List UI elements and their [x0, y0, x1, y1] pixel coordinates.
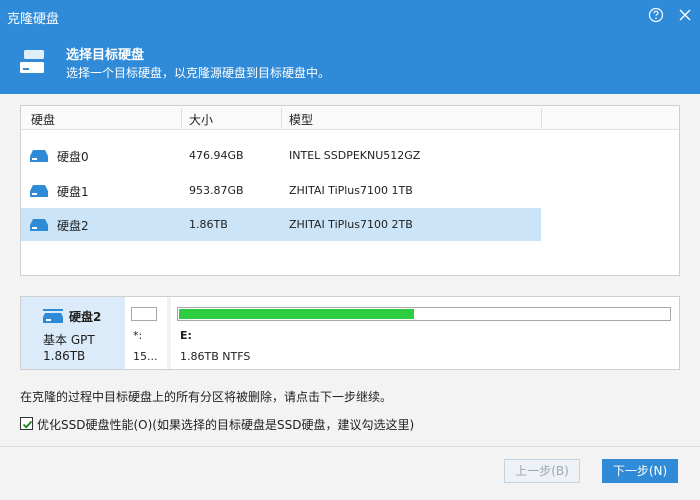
disk-size: 953.87GB: [189, 184, 244, 197]
partition-usage-bar: [177, 307, 671, 321]
disk-name: 硬盘1: [57, 185, 89, 199]
column-model[interactable]: 模型: [289, 111, 313, 128]
partition-usage-fill: [179, 309, 414, 319]
delete-warning: 在克隆的过程中目标硬盘上的所有分区将被删除，请点击下一步继续。: [20, 390, 393, 404]
partition-letter: E:: [180, 329, 192, 342]
help-icon[interactable]: [648, 7, 664, 23]
close-icon[interactable]: [677, 7, 693, 23]
step-subtitle: 选择一个目标硬盘，以克隆源硬盘到目标硬盘中。: [66, 66, 331, 80]
disk-row-1[interactable]: 硬盘1 953.87GB ZHITAI TiPlus7100 1TB: [21, 174, 541, 207]
optimize-ssd-label[interactable]: 优化SSD硬盘性能(O)(如果选择的目标硬盘是SSD硬盘，建议勾选这里): [37, 416, 414, 433]
column-disk[interactable]: 硬盘: [31, 111, 55, 128]
disk-summary-name: 硬盘2: [69, 310, 102, 324]
partition-unlettered[interactable]: *: 15...: [131, 305, 161, 365]
disk-model: ZHITAI TiPlus7100 1TB: [289, 184, 413, 197]
disk-list-header: 硬盘 大小 模型: [21, 106, 679, 130]
step-header: 选择目标硬盘 选择一个目标硬盘，以克隆源硬盘到目标硬盘中。: [0, 32, 700, 94]
disk-size: 1.86TB: [189, 218, 228, 231]
column-separator: [181, 108, 182, 128]
clone-disk-icon: [18, 48, 48, 76]
column-separator: [281, 108, 282, 128]
disk-size: 476.94GB: [189, 149, 244, 162]
title-bar: 克隆硬盘: [0, 0, 700, 32]
optimize-ssd-checkbox[interactable]: [20, 417, 33, 430]
disk-summary-type: 基本 GPT: [43, 333, 95, 347]
back-button[interactable]: 上一步(B): [504, 459, 580, 483]
disk-summary[interactable]: 硬盘2 基本 GPT 1.86TB: [21, 297, 125, 369]
column-size[interactable]: 大小: [189, 111, 213, 128]
partition-letter: *:: [133, 329, 143, 342]
partition-size: 15...: [133, 350, 158, 363]
hard-disk-icon: [43, 309, 63, 323]
selected-disk-map: 硬盘2 基本 GPT 1.86TB *: 15... E: 1.86TB NTF…: [20, 296, 680, 370]
disk-name: 硬盘2: [57, 219, 89, 233]
disk-row-0[interactable]: 硬盘0 476.94GB INTEL SSDPEKNU512GZ: [21, 139, 541, 172]
window-title: 克隆硬盘: [7, 12, 60, 27]
column-separator: [541, 108, 542, 128]
disk-model: INTEL SSDPEKNU512GZ: [289, 149, 421, 162]
hard-disk-icon: [30, 185, 48, 197]
disk-list: 硬盘 大小 模型 硬盘0 476.94GB INTEL SSDPEKNU512G…: [20, 105, 680, 276]
disk-model: ZHITAI TiPlus7100 2TB: [289, 218, 413, 231]
next-button[interactable]: 下一步(N): [602, 459, 678, 483]
hard-disk-icon: [30, 150, 48, 162]
disk-summary-size: 1.86TB: [43, 349, 86, 363]
disk-row-2[interactable]: 硬盘2 1.86TB ZHITAI TiPlus7100 2TB: [21, 208, 541, 241]
footer-divider: [0, 446, 700, 447]
partition-usage-bar: [131, 307, 157, 321]
partition-info: 1.86TB NTFS: [180, 350, 251, 363]
partition-e[interactable]: E: 1.86TB NTFS: [177, 305, 673, 365]
partition-divider: [167, 297, 171, 369]
hard-disk-icon: [30, 219, 48, 231]
disk-name: 硬盘0: [57, 150, 89, 164]
step-title: 选择目标硬盘: [66, 48, 145, 63]
